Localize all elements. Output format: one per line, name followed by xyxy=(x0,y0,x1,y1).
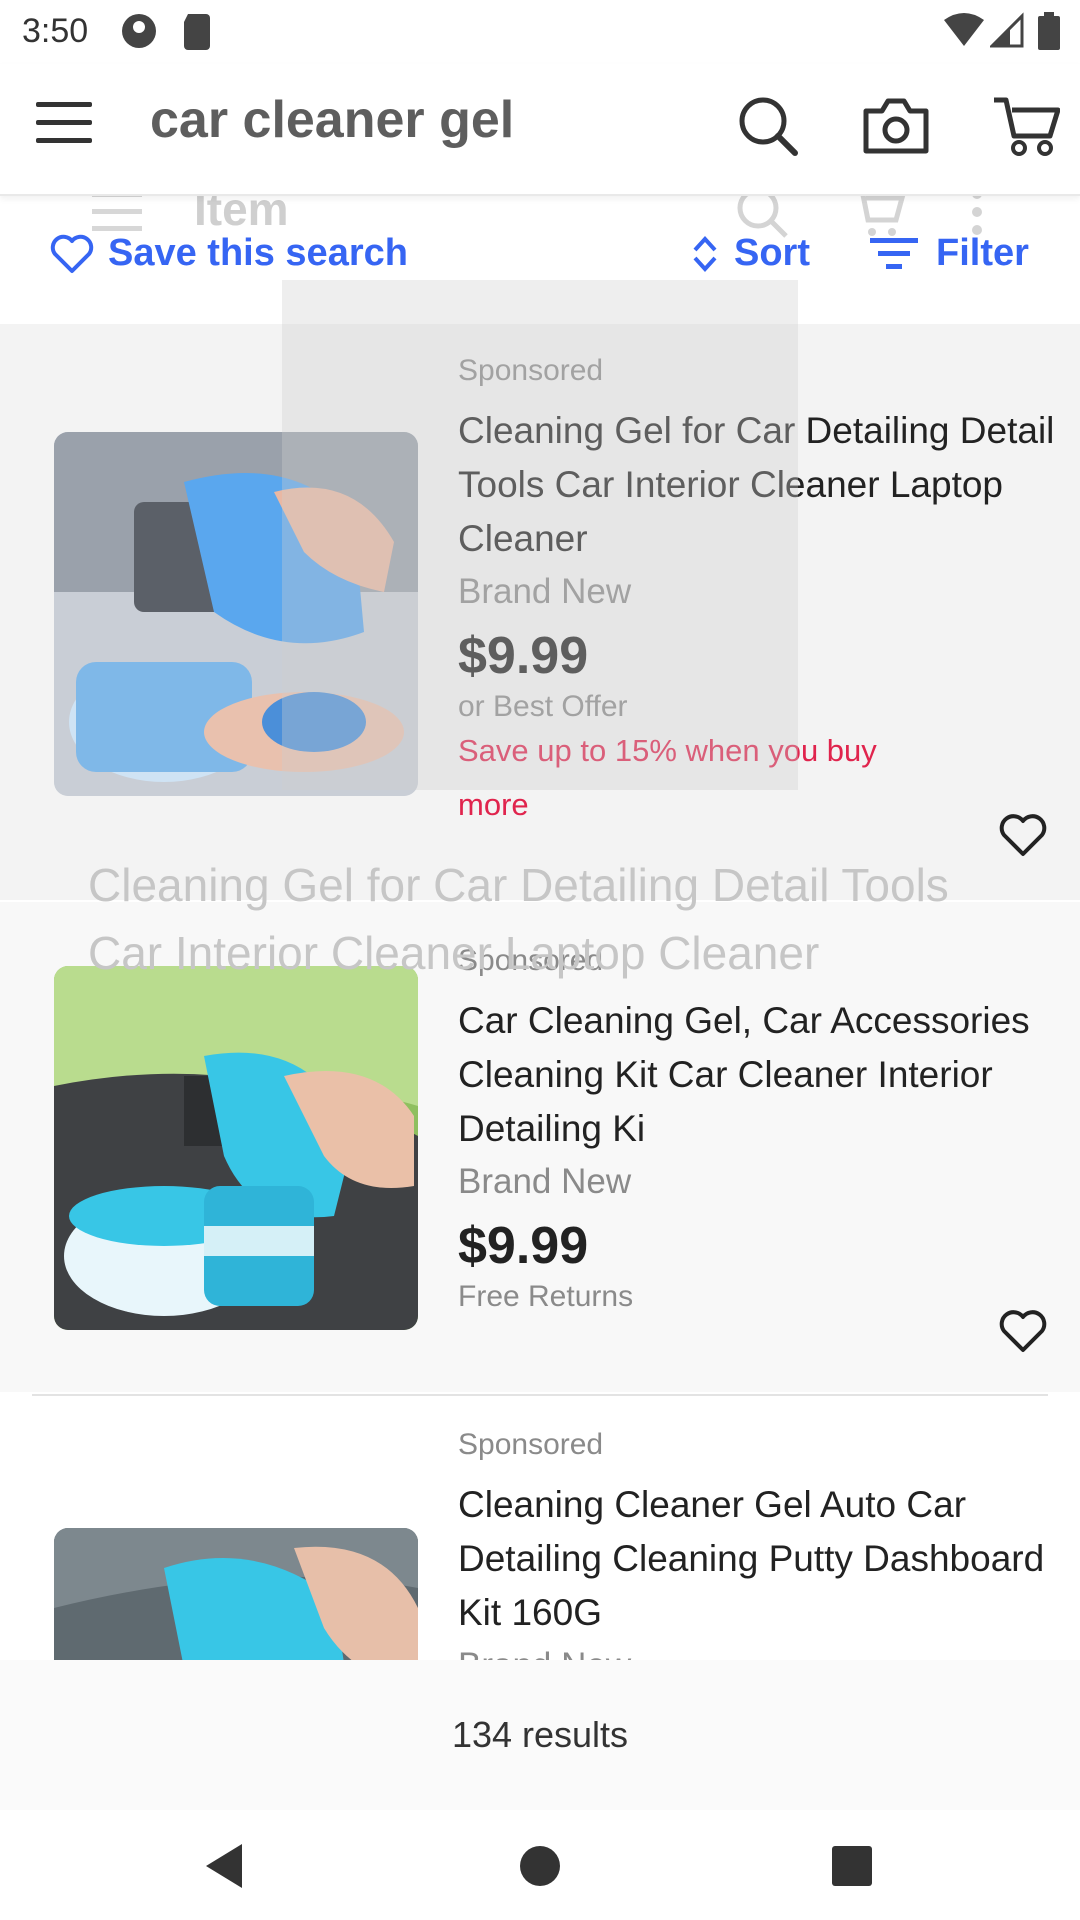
product-image xyxy=(54,966,418,1330)
returns-label: Free Returns xyxy=(458,1280,634,1313)
sort-label: Sort xyxy=(734,232,810,274)
hamburger-icon xyxy=(36,102,92,143)
save-search-label: Save this search xyxy=(108,232,408,274)
status-time: 3:50 xyxy=(22,12,89,50)
results-count: 134 results xyxy=(451,1714,629,1755)
sort-button[interactable]: Sort xyxy=(690,232,810,275)
camera-search-button[interactable] xyxy=(856,86,936,166)
menu-button[interactable] xyxy=(36,98,92,154)
heart-outline-icon xyxy=(999,814,1047,856)
recents-square-icon xyxy=(832,1846,872,1886)
listing-price: $9.99 xyxy=(458,1217,589,1275)
home-circle-icon xyxy=(520,1846,560,1886)
watch-button[interactable] xyxy=(998,812,1048,858)
home-button[interactable] xyxy=(510,1836,570,1896)
signal-icon xyxy=(988,12,1024,53)
sort-icon xyxy=(693,235,717,272)
listing-info: Sponsored Car Cleaning Gel, Car Accessor… xyxy=(458,944,1058,1314)
back-triangle-icon xyxy=(206,1844,242,1888)
search-icon xyxy=(739,97,798,156)
filter-icon xyxy=(870,237,918,269)
status-bar: 3:50 xyxy=(0,0,1080,64)
listing-condition: Brand New xyxy=(458,1162,632,1201)
ghost-image-overlay xyxy=(282,280,798,790)
recents-button[interactable] xyxy=(822,1836,882,1896)
product-image xyxy=(54,1528,418,1660)
save-search-button[interactable]: Save this search xyxy=(50,232,408,275)
camera-icon xyxy=(863,98,929,154)
filter-button[interactable]: Filter xyxy=(870,232,1029,275)
filter-row: Save this search Sort Filter xyxy=(0,200,1080,320)
results-count-bar: 134 results xyxy=(0,1660,1080,1810)
ghost-title-line2: Car Interior Cleaner Laptop Cleaner xyxy=(88,927,820,979)
listing-condition: Brand New xyxy=(458,1646,1058,1660)
listing-divider xyxy=(32,1394,1048,1396)
search-button[interactable] xyxy=(728,86,808,166)
filter-label: Filter xyxy=(936,232,1029,274)
listing-title[interactable]: Cleaning Cleaner Gel Auto Car Detailing … xyxy=(458,1478,1058,1640)
listing-card[interactable]: Sponsored Cleaning Cleaner Gel Auto Car … xyxy=(0,1400,1080,1660)
battery-icon xyxy=(1038,12,1060,55)
cart-icon xyxy=(994,97,1060,156)
cart-button[interactable] xyxy=(986,86,1066,166)
sponsored-label: Sponsored xyxy=(458,1428,604,1461)
search-header: car cleaner gel xyxy=(0,64,1080,196)
wifi-icon xyxy=(944,12,984,53)
listing-info: Sponsored Cleaning Cleaner Gel Auto Car … xyxy=(458,1428,1058,1660)
watch-button[interactable] xyxy=(998,1308,1048,1354)
sd-card-icon xyxy=(182,12,212,55)
back-button[interactable] xyxy=(196,1836,256,1896)
notification-icon xyxy=(120,12,158,55)
ghost-title-line1: Cleaning Gel for Car Detailing Detail To… xyxy=(88,859,949,911)
search-query-field[interactable]: car cleaner gel xyxy=(150,90,514,150)
system-nav-bar xyxy=(0,1810,1080,1920)
heart-outline-icon xyxy=(50,234,94,273)
listing-title[interactable]: Car Cleaning Gel, Car Accessories Cleani… xyxy=(458,994,1058,1156)
heart-outline-icon xyxy=(999,1310,1047,1352)
